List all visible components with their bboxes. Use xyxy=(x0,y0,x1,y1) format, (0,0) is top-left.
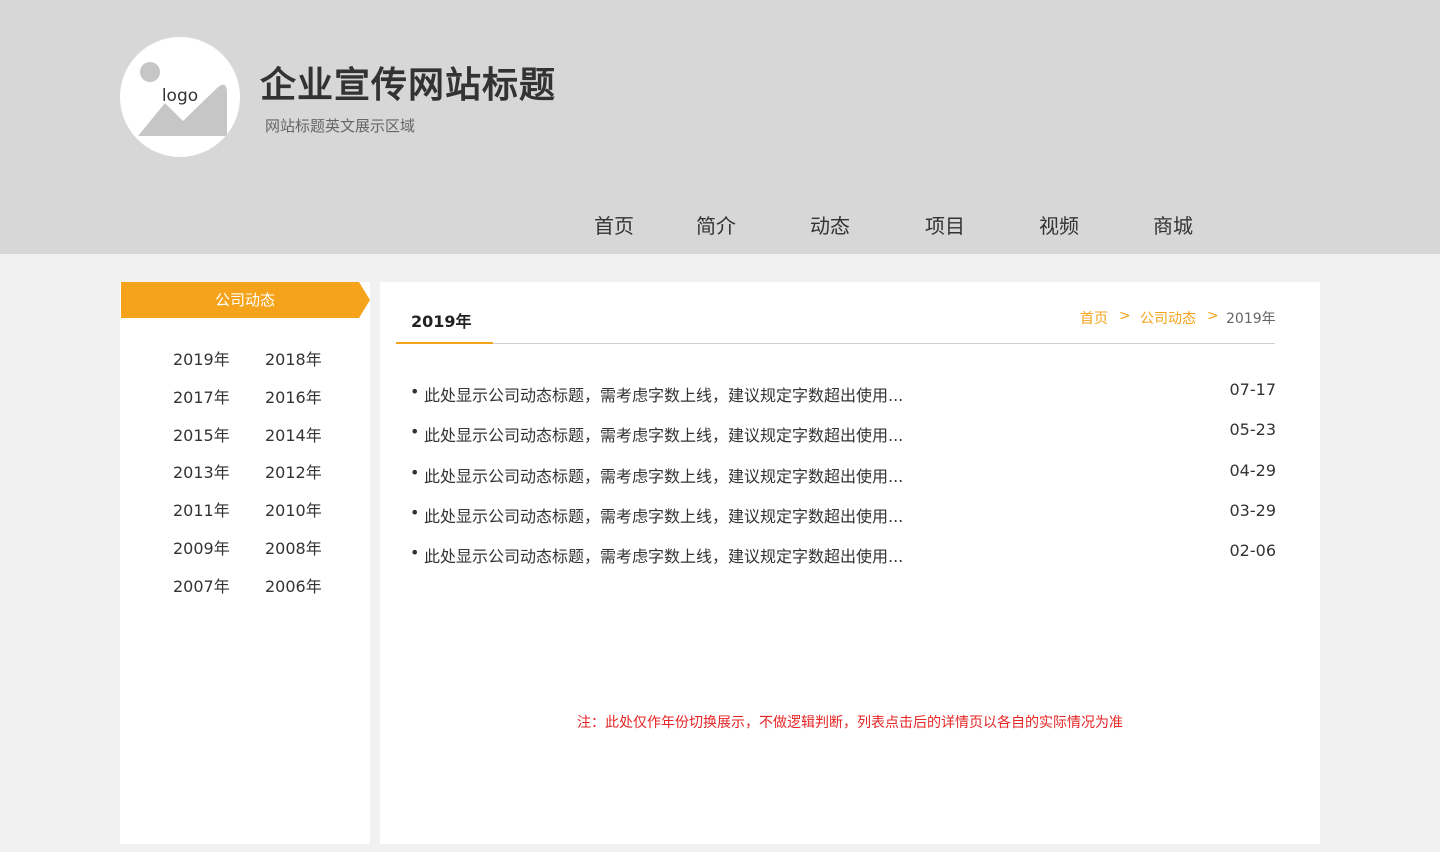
news-date: 04-29 xyxy=(1229,461,1277,480)
logo-text: logo xyxy=(161,86,199,106)
year-link-2013[interactable]: 2013年 xyxy=(173,459,230,483)
site-logo[interactable]: logo xyxy=(120,37,240,157)
year-link-2006[interactable]: 2006年 xyxy=(265,573,322,597)
news-title[interactable]: 此处显示公司动态标题，需考虑字数上线，建议规定字数超出使用... xyxy=(424,503,903,527)
news-date: 02-06 xyxy=(1229,541,1277,560)
year-link-2009[interactable]: 2009年 xyxy=(173,535,230,559)
note-text: 注：此处仅作年份切换展示，不做逻辑判断，列表点击后的详情页以各自的实际情况为准 xyxy=(577,715,1123,731)
content-title: 2019年 xyxy=(411,312,472,331)
news-date: 05-23 xyxy=(1229,420,1277,439)
breadcrumb-separator: > xyxy=(1119,308,1131,324)
site-subtitle: 网站标题英文展示区域 xyxy=(265,117,416,135)
news-title[interactable]: 此处显示公司动态标题，需考虑字数上线，建议规定字数超出使用... xyxy=(424,543,903,567)
year-link-2018[interactable]: 2018年 xyxy=(265,346,322,370)
nav-item-about[interactable]: 简介 xyxy=(696,210,736,240)
nav-item-videos[interactable]: 视频 xyxy=(1039,210,1079,240)
bullet: • xyxy=(410,503,420,522)
year-link-2011[interactable]: 2011年 xyxy=(173,497,230,521)
bullet: • xyxy=(410,422,420,441)
nav-item-home[interactable]: 首页 xyxy=(594,210,634,240)
news-list-item[interactable]: • 此处显示公司动态标题，需考虑字数上线，建议规定字数超出使用... 05-23 xyxy=(410,420,1277,446)
breadcrumb-separator: > xyxy=(1207,308,1219,324)
sidebar-title: 公司动态 xyxy=(214,291,275,309)
year-link-2016[interactable]: 2016年 xyxy=(265,384,322,408)
bullet: • xyxy=(410,543,420,562)
year-link-2017[interactable]: 2017年 xyxy=(173,384,230,408)
year-link-2010[interactable]: 2010年 xyxy=(265,497,322,521)
year-link-2012[interactable]: 2012年 xyxy=(265,459,322,483)
news-date: 03-29 xyxy=(1229,501,1277,520)
year-link-2007[interactable]: 2007年 xyxy=(173,573,230,597)
news-date: 07-17 xyxy=(1229,380,1277,399)
year-link-2008[interactable]: 2008年 xyxy=(265,535,322,559)
news-list-item[interactable]: • 此处显示公司动态标题，需考虑字数上线，建议规定字数超出使用... 03-29 xyxy=(410,501,1277,527)
bullet: • xyxy=(410,463,420,482)
news-title[interactable]: 此处显示公司动态标题，需考虑字数上线，建议规定字数超出使用... xyxy=(424,422,903,446)
content-panel: 2019年 首页 > 公司动态 > 2019年 • 此处显示公司动态标题，需考虑… xyxy=(380,282,1320,844)
nav-item-shop[interactable]: 商城 xyxy=(1153,210,1193,240)
year-link-2019[interactable]: 2019年 xyxy=(173,346,230,370)
sidebar-header: 公司动态 xyxy=(121,282,370,318)
breadcrumb-home[interactable]: 首页 xyxy=(1080,308,1108,328)
news-title[interactable]: 此处显示公司动态标题，需考虑字数上线，建议规定字数超出使用... xyxy=(424,382,903,406)
nav-item-projects[interactable]: 项目 xyxy=(925,210,965,240)
news-list-item[interactable]: • 此处显示公司动态标题，需考虑字数上线，建议规定字数超出使用... 04-29 xyxy=(410,461,1277,487)
bullet: • xyxy=(410,382,420,401)
site-title: 企业宣传网站标题 xyxy=(260,65,557,106)
site-header: logo 企业宣传网站标题 网站标题英文展示区域 首页 简介 动态 项目 视频 … xyxy=(0,0,1440,254)
breadcrumb-section[interactable]: 公司动态 xyxy=(1140,308,1196,328)
news-list-item[interactable]: • 此处显示公司动态标题，需考虑字数上线，建议规定字数超出使用... 02-06 xyxy=(410,541,1277,567)
news-title[interactable]: 此处显示公司动态标题，需考虑字数上线，建议规定字数超出使用... xyxy=(424,463,903,487)
content-divider xyxy=(396,343,1275,344)
year-link-2015[interactable]: 2015年 xyxy=(173,422,230,446)
breadcrumb-current: 2019年 xyxy=(1226,311,1276,327)
sidebar: 公司动态 2019年 2018年 2017年 2016年 2015年 2014年… xyxy=(120,282,370,844)
year-link-2014[interactable]: 2014年 xyxy=(265,422,322,446)
nav-item-news[interactable]: 动态 xyxy=(810,210,850,240)
content-title-underline xyxy=(396,342,493,344)
news-list-item[interactable]: • 此处显示公司动态标题，需考虑字数上线，建议规定字数超出使用... 07-17 xyxy=(410,380,1277,406)
